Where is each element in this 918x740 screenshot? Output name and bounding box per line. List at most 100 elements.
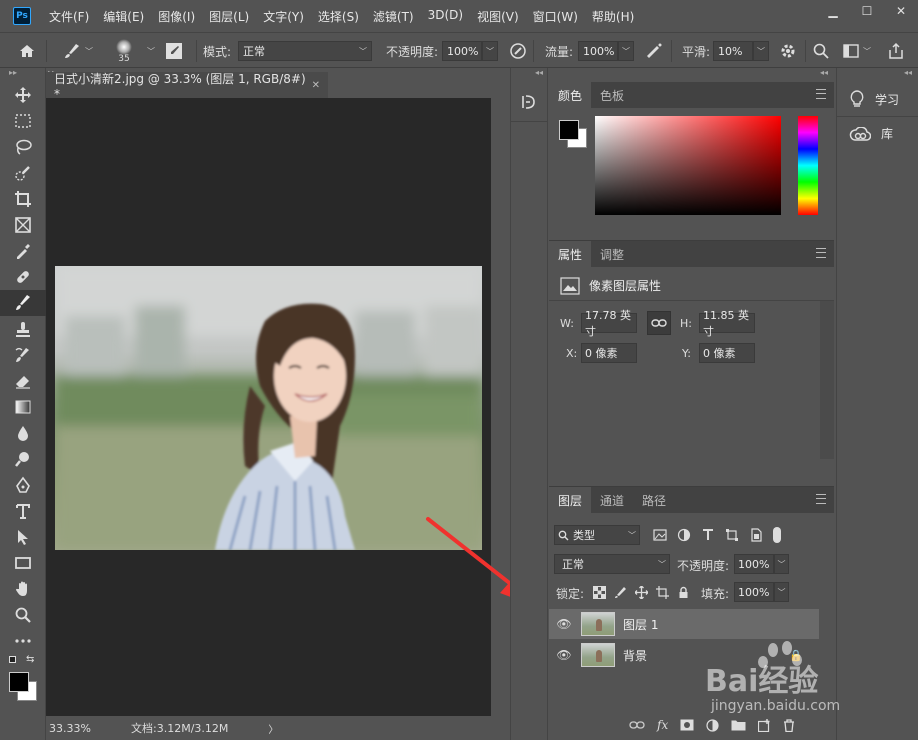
- foreground-color-swatch[interactable]: [9, 672, 29, 692]
- gradient-tool[interactable]: [0, 394, 46, 420]
- marquee-tool[interactable]: [0, 108, 46, 134]
- close-button[interactable]: ✕: [884, 0, 918, 22]
- brush-settings-button[interactable]: [164, 33, 184, 69]
- rectangle-tool[interactable]: [0, 550, 46, 576]
- menu-file[interactable]: 文件(F): [49, 8, 89, 25]
- type-filter-icon[interactable]: [701, 528, 715, 542]
- layer-opacity-input[interactable]: 100%: [734, 554, 774, 574]
- tab-adjustments[interactable]: 调整: [591, 241, 633, 267]
- height-input[interactable]: 11.85 英寸: [699, 309, 755, 338]
- width-input[interactable]: 17.78 英寸: [581, 309, 637, 338]
- collapse-icon[interactable]: ◂◂: [511, 68, 547, 82]
- minimize-button[interactable]: ▁: [816, 0, 850, 22]
- quick-selection-tool[interactable]: [0, 160, 46, 186]
- menu-select[interactable]: 选择(S): [318, 8, 359, 25]
- menu-image[interactable]: 图像(I): [158, 8, 195, 25]
- properties-scrollbar[interactable]: [820, 301, 834, 459]
- flow-input[interactable]: 100%: [578, 41, 618, 61]
- pen-tool[interactable]: [0, 472, 46, 498]
- layer-row-layer1[interactable]: 👁 图层 1: [549, 609, 819, 639]
- workspace-button[interactable]: ﹀: [842, 33, 871, 69]
- vertical-scrollbar[interactable]: [491, 98, 508, 716]
- eye-icon[interactable]: 👁: [549, 617, 579, 631]
- airbrush-button[interactable]: [644, 33, 664, 69]
- blend-mode-select[interactable]: 正常 ﹀: [554, 554, 670, 574]
- smooth-input[interactable]: 10%: [713, 41, 753, 61]
- shape-filter-icon[interactable]: [725, 528, 739, 542]
- tab-color[interactable]: 颜色: [549, 82, 592, 108]
- menu-edit[interactable]: 编辑(E): [103, 8, 144, 25]
- tab-swatches[interactable]: 色板: [591, 82, 633, 108]
- smooth-dropdown[interactable]: ﹀: [753, 41, 769, 61]
- swap-colors-icon[interactable]: ⇆: [26, 654, 34, 665]
- fx-icon[interactable]: fx: [657, 718, 668, 732]
- crop-tool[interactable]: [0, 186, 46, 212]
- fill-dropdown[interactable]: ﹀: [774, 582, 789, 602]
- opacity-dropdown[interactable]: ﹀: [482, 41, 498, 61]
- zoom-level[interactable]: 33.33%: [49, 722, 127, 735]
- lock-position-icon[interactable]: [635, 585, 648, 599]
- panel-menu-icon[interactable]: [816, 89, 826, 99]
- link-dimensions-button[interactable]: [647, 311, 671, 335]
- learn-panel-button[interactable]: 学习: [837, 82, 918, 116]
- menu-filter[interactable]: 滤镜(T): [373, 8, 414, 25]
- eraser-tool[interactable]: [0, 368, 46, 394]
- x-input[interactable]: 0 像素: [581, 343, 637, 363]
- layer-opacity-dropdown[interactable]: ﹀: [774, 554, 789, 574]
- home-button[interactable]: [18, 33, 36, 69]
- adjustment-filter-icon[interactable]: [677, 528, 691, 542]
- fill-input[interactable]: 100%: [734, 582, 774, 602]
- lock-transparency-icon[interactable]: [593, 585, 606, 599]
- tab-paths[interactable]: 路径: [633, 487, 675, 513]
- smoothing-options-button[interactable]: [779, 33, 797, 69]
- pixel-filter-icon[interactable]: [653, 528, 667, 542]
- menu-layer[interactable]: 图层(L): [209, 8, 249, 25]
- hue-slider[interactable]: [798, 116, 818, 215]
- type-tool[interactable]: [0, 498, 46, 524]
- link-layers-icon[interactable]: [629, 720, 645, 730]
- document-image[interactable]: [55, 266, 482, 550]
- panel-menu-icon[interactable]: [816, 248, 826, 258]
- path-selection-tool[interactable]: [0, 524, 46, 550]
- collapse-icon[interactable]: ◂◂: [837, 68, 918, 82]
- default-colors-icon[interactable]: [9, 656, 16, 663]
- dodge-tool[interactable]: [0, 446, 46, 472]
- tab-layers[interactable]: 图层: [549, 487, 592, 513]
- panel-menu-icon[interactable]: [816, 494, 826, 504]
- frame-tool[interactable]: [0, 212, 46, 238]
- menu-help[interactable]: 帮助(H): [592, 8, 634, 25]
- color-swatches[interactable]: ⇆: [0, 654, 45, 704]
- mode-select[interactable]: 正常 ﹀: [238, 41, 372, 61]
- collapse-icon[interactable]: ▸▸: [0, 68, 45, 82]
- chevron-right-icon[interactable]: 〉: [268, 721, 278, 736]
- color-picker-field[interactable]: [595, 116, 781, 215]
- y-input[interactable]: 0 像素: [699, 343, 755, 363]
- layer-filter-select[interactable]: 类型 ﹀: [554, 525, 640, 545]
- tab-channels[interactable]: 通道: [591, 487, 633, 513]
- maximize-button[interactable]: ☐: [850, 0, 884, 22]
- foreground-color-swatch[interactable]: [559, 120, 579, 140]
- opacity-input[interactable]: 100%: [442, 41, 482, 61]
- lock-pixels-icon[interactable]: [614, 586, 627, 599]
- brush-size-picker[interactable]: 35: [116, 33, 132, 69]
- menu-type[interactable]: 文字(Y): [263, 8, 304, 25]
- collapse-icon[interactable]: ◂◂: [549, 68, 834, 82]
- history-brush-tool[interactable]: [0, 342, 46, 368]
- lasso-tool[interactable]: [0, 134, 46, 160]
- flow-dropdown[interactable]: ﹀: [618, 41, 634, 61]
- add-mask-icon[interactable]: [680, 719, 694, 731]
- filter-toggle[interactable]: [773, 527, 781, 543]
- share-button[interactable]: [887, 33, 905, 69]
- menu-view[interactable]: 视图(V): [477, 8, 519, 25]
- hand-tool[interactable]: [0, 576, 46, 602]
- move-tool[interactable]: [0, 82, 46, 108]
- color-fg-bg[interactable]: [559, 120, 587, 148]
- smart-object-filter-icon[interactable]: [749, 528, 763, 542]
- chevron-down-icon[interactable]: ﹀: [147, 46, 155, 57]
- menu-3d[interactable]: 3D(D): [428, 8, 463, 25]
- document-tab[interactable]: 日式小清新2.jpg @ 33.3% (图层 1, RGB/8#) * ✕: [46, 72, 328, 101]
- lock-all-icon[interactable]: [677, 586, 690, 599]
- libraries-panel-button[interactable]: 库: [837, 116, 918, 150]
- tab-properties[interactable]: 属性: [549, 241, 592, 267]
- search-button[interactable]: [812, 33, 830, 69]
